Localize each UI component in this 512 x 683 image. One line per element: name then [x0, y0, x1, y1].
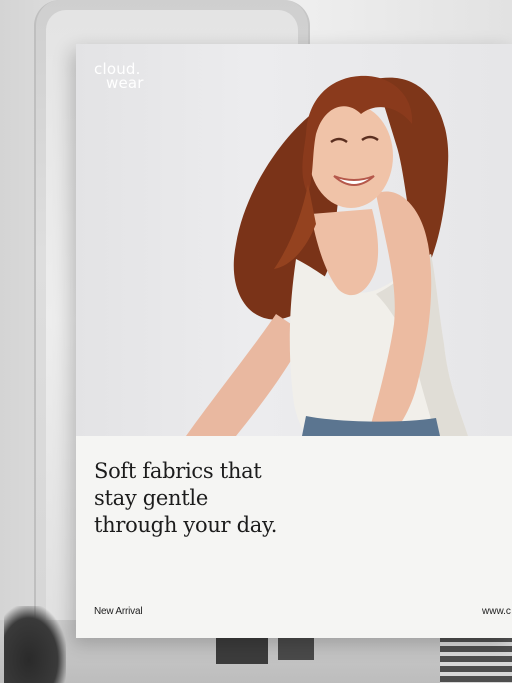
model-photo: cloud. wear: [76, 44, 512, 436]
headline-line-3: through your day.: [94, 513, 278, 537]
floor-box-small: [278, 636, 314, 660]
brand-logo-line2: wear: [106, 74, 144, 92]
headline-line-1: Soft fabrics that: [94, 459, 262, 483]
headline-line-2: stay gentle: [94, 486, 208, 510]
boots-on-floor: [4, 606, 66, 683]
headline: Soft fabrics that stay gentle through yo…: [94, 458, 394, 539]
brand-logo: cloud. wear: [94, 62, 144, 92]
text-panel: Soft fabrics that stay gentle through yo…: [76, 436, 512, 638]
new-arrival-tag: New Arrival: [94, 606, 143, 617]
ad-poster: cloud. wear Soft fabrics that stay gentl…: [76, 44, 512, 638]
left-arm: [186, 314, 306, 436]
website-url: www.c: [482, 606, 511, 617]
clothes-rail: [440, 636, 512, 683]
floor-box: [216, 638, 268, 664]
model-illustration: [186, 75, 468, 436]
